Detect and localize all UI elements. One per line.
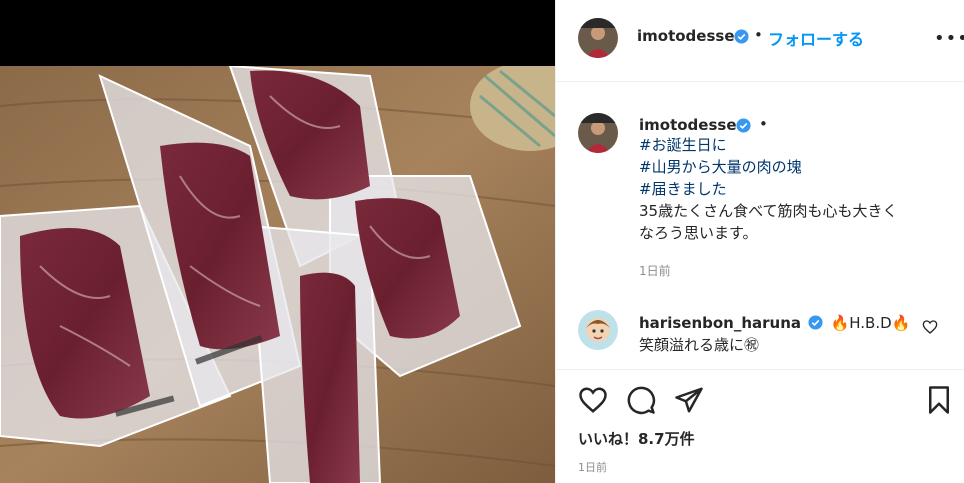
author-avatar[interactable] [578,18,618,58]
comment-text-line2: 笑顔溢れる歳に㊗ [639,336,760,354]
bookmark-icon[interactable] [924,385,954,415]
verified-badge-icon [734,29,749,44]
caption-body-line: 35歳たくさん食べて筋肉も心も大きく [639,202,898,220]
caption-timestamp[interactable]: 1日前 [639,262,671,279]
verified-badge-icon [808,315,823,330]
post-actions: いいね！8.7万件 1日前 [556,369,964,483]
caption-username[interactable]: imotodesse [639,116,737,134]
comment-icon[interactable] [626,385,656,415]
hashtag-link[interactable]: #届きました [639,178,959,200]
post-photo[interactable] [0,66,555,483]
comment-text-line1: 🔥H.B.D🔥 [830,314,911,332]
separator-dot: • [754,26,763,44]
caption-text: #お誕生日に #山男から大量の肉の塊 #届きました 35歳たくさん食べて筋肉も心… [639,134,959,244]
comment-body: harisenbon_haruna 🔥H.B.D🔥 笑顔溢れる歳に㊗ [639,312,929,356]
caption-body-line: なろう思います。 [639,224,758,242]
commenter-avatar[interactable] [578,310,618,350]
verified-badge-icon [736,118,751,133]
commenter-username[interactable]: harisenbon_haruna [639,314,801,332]
author-username[interactable]: imotodesse [637,27,735,45]
post-photo-pane [0,0,555,483]
comment-item: harisenbon_haruna 🔥H.B.D🔥 笑顔溢れる歳に㊗ [556,300,964,368]
like-count[interactable]: いいね！8.7万件 [578,428,695,449]
follow-button[interactable]: フォローする [768,26,864,50]
post-date[interactable]: 1日前 [578,459,607,475]
heart-icon[interactable] [922,319,938,335]
heart-icon[interactable] [578,385,608,415]
post-sidebar: imotodesse • フォローする ••• imotodesse • #お誕… [555,0,964,483]
more-options-icon[interactable]: ••• [934,30,964,48]
hashtag-link[interactable]: #お誕生日に [639,134,959,156]
post-header: imotodesse • フォローする ••• [556,0,964,82]
share-icon[interactable] [674,385,704,415]
separator-dot: • [759,115,768,133]
hashtag-link[interactable]: #山男から大量の肉の塊 [639,156,959,178]
caption-author-avatar[interactable] [578,113,618,153]
